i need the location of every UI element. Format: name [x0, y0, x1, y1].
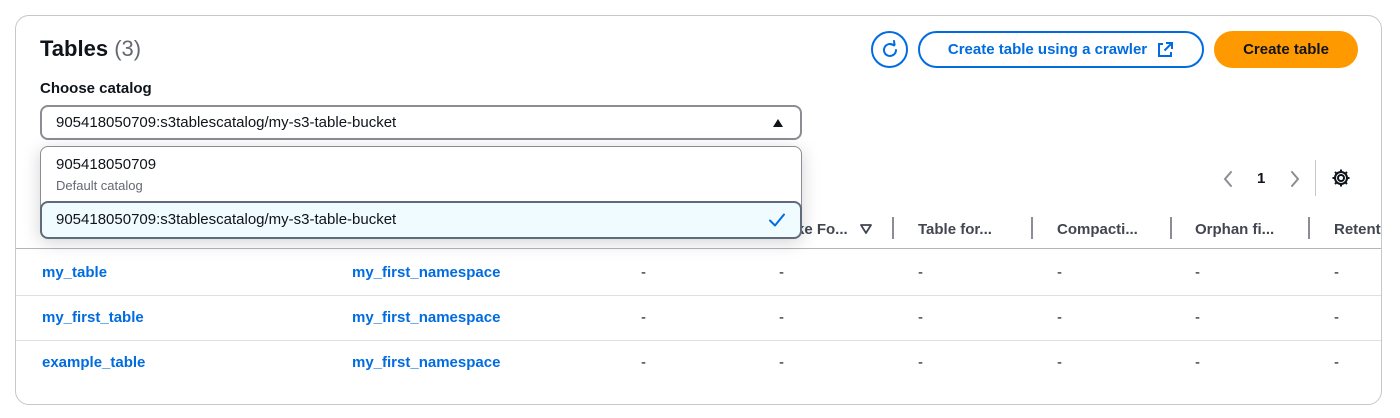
sort-down-icon[interactable]	[859, 224, 872, 234]
catalog-select[interactable]: 905418050709:s3tablescatalog/my-s3-table…	[40, 105, 802, 140]
table-cell: -	[1195, 264, 1200, 281]
catalog-select-value: 905418050709:s3tablescatalog/my-s3-table…	[56, 114, 397, 131]
table-cell: -	[641, 264, 646, 281]
table-cell: -	[1195, 309, 1200, 326]
column-header-label: Retent	[1334, 220, 1381, 238]
catalog-option-default[interactable]: 905418050709 Default catalog	[41, 147, 801, 201]
table-name-link[interactable]: example_table	[42, 354, 145, 371]
catalog-option-s3-tables[interactable]: 905418050709:s3tablescatalog/my-s3-table…	[40, 201, 802, 239]
column-header-label: Compacti...	[1057, 220, 1138, 238]
page-number-current[interactable]: 1	[1257, 170, 1265, 187]
table-cell: -	[1195, 354, 1200, 371]
table-cell: -	[1057, 354, 1062, 371]
table-cell: -	[641, 309, 646, 326]
table-name-link[interactable]: my_table	[42, 264, 107, 281]
column-header-table-format[interactable]: Table for...	[918, 217, 992, 241]
column-header-label: Orphan fi...	[1195, 220, 1275, 238]
table-cell: -	[1334, 309, 1339, 326]
refresh-button[interactable]	[871, 31, 908, 68]
table-name-link[interactable]: my_first_table	[42, 309, 144, 326]
table-cell: -	[779, 264, 784, 281]
database-link[interactable]: my_first_namespace	[352, 354, 500, 371]
external-link-icon	[1158, 41, 1174, 57]
table-cell: -	[918, 309, 923, 326]
chevron-left-icon[interactable]	[1221, 169, 1235, 189]
refresh-icon	[882, 39, 897, 57]
database-link[interactable]: my_first_namespace	[352, 309, 500, 326]
pager-divider	[1315, 160, 1316, 196]
create-button-label: Create table	[1243, 41, 1329, 58]
table-cell: -	[1334, 354, 1339, 371]
database-link[interactable]: my_first_namespace	[352, 264, 500, 281]
column-header-compaction[interactable]: Compacti...	[1057, 217, 1138, 241]
chevron-right-icon[interactable]	[1288, 169, 1302, 189]
table-cell: -	[1334, 264, 1339, 281]
table-cell: -	[779, 309, 784, 326]
column-header-label: Table for...	[918, 220, 992, 238]
title-text: Tables	[40, 36, 109, 61]
option-label: 905418050709:s3tablescatalog/my-s3-table…	[56, 211, 397, 228]
option-label: 905418050709	[56, 156, 157, 173]
catalog-dropdown: 905418050709 Default catalog 90541805070…	[40, 146, 802, 239]
column-header-orphan-files[interactable]: Orphan fi...	[1195, 217, 1274, 241]
page-title: Tables (3)	[40, 36, 141, 62]
create-table-button[interactable]: Create table	[1214, 31, 1358, 68]
caret-up-icon	[773, 119, 783, 127]
column-separator[interactable]	[1308, 217, 1310, 239]
catalog-label: Choose catalog	[40, 80, 152, 97]
table-cell: -	[1057, 264, 1062, 281]
column-header-lake-format[interactable]: ke Fo...	[796, 217, 872, 241]
table-cell: -	[779, 354, 784, 371]
table-count: (3)	[114, 36, 142, 61]
row-divider	[16, 295, 1381, 296]
table-cell: -	[1057, 309, 1062, 326]
column-separator[interactable]	[1170, 217, 1172, 239]
column-separator[interactable]	[1031, 217, 1033, 239]
table-header-divider	[16, 248, 1381, 249]
column-header-label: ke Fo...	[796, 220, 848, 238]
create-table-crawler-button[interactable]: Create table using a crawler	[918, 31, 1204, 68]
check-icon	[769, 213, 785, 227]
column-separator[interactable]	[892, 217, 894, 239]
table-cell: -	[918, 354, 923, 371]
gear-icon[interactable]	[1330, 167, 1352, 189]
tables-panel: Tables (3) Create table using a crawler …	[15, 15, 1382, 405]
table-cell: -	[918, 264, 923, 281]
row-divider	[16, 340, 1381, 341]
option-description: Default catalog	[56, 178, 143, 193]
table-cell: -	[641, 354, 646, 371]
crawler-button-label: Create table using a crawler	[947, 41, 1148, 58]
column-header-retention[interactable]: Retent	[1334, 217, 1381, 241]
